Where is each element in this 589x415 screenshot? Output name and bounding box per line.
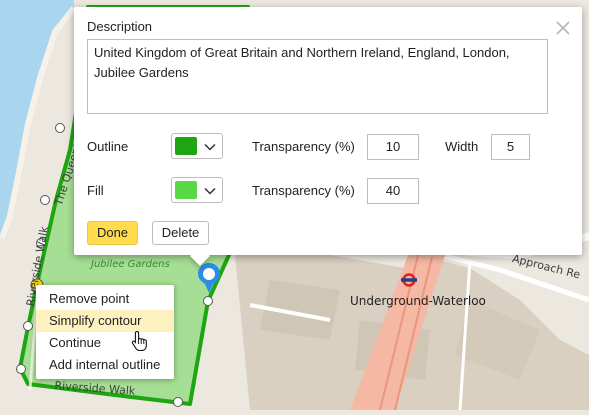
- fill-transparency-label: Transparency (%): [252, 183, 355, 198]
- vertex-context-menu: Remove point Simplify contour Continue A…: [36, 285, 174, 379]
- map-marker-icon[interactable]: [196, 261, 222, 295]
- fill-color-swatch: [175, 181, 197, 199]
- width-label: Width: [445, 139, 479, 154]
- menu-item-continue[interactable]: Continue: [36, 332, 174, 354]
- description-textarea[interactable]: United Kingdom of Great Britain and Nort…: [87, 39, 548, 114]
- fill-label: Fill: [87, 183, 104, 198]
- outline-color-swatch: [175, 137, 197, 155]
- outline-transparency-input[interactable]: 10: [367, 134, 419, 160]
- chevron-down-icon: [204, 187, 216, 195]
- outline-transparency-label: Transparency (%): [252, 139, 355, 154]
- underground-logo-icon: [401, 273, 417, 287]
- park-label: Jubilee Gardens: [91, 259, 170, 270]
- menu-item-remove-point[interactable]: Remove point: [36, 288, 174, 310]
- fill-transparency-input[interactable]: 40: [367, 178, 419, 204]
- menu-item-simplify-contour[interactable]: Simplify contour: [36, 310, 174, 332]
- fill-color-picker[interactable]: [171, 177, 223, 203]
- hand-pointer-cursor: [131, 330, 147, 352]
- delete-button[interactable]: Delete: [152, 221, 209, 245]
- close-icon[interactable]: [555, 20, 571, 36]
- outline-label: Outline: [87, 139, 129, 154]
- description-label: Description: [87, 19, 153, 34]
- done-button[interactable]: Done: [87, 221, 138, 245]
- polygon-properties-popup: Description United Kingdom of Great Brit…: [74, 7, 582, 266]
- width-input[interactable]: 5: [491, 134, 530, 160]
- station-label: Underground-Waterloo: [350, 294, 486, 308]
- menu-item-add-internal-outline[interactable]: Add internal outline: [36, 354, 174, 376]
- chevron-down-icon: [204, 143, 216, 151]
- outline-color-picker[interactable]: [171, 133, 223, 159]
